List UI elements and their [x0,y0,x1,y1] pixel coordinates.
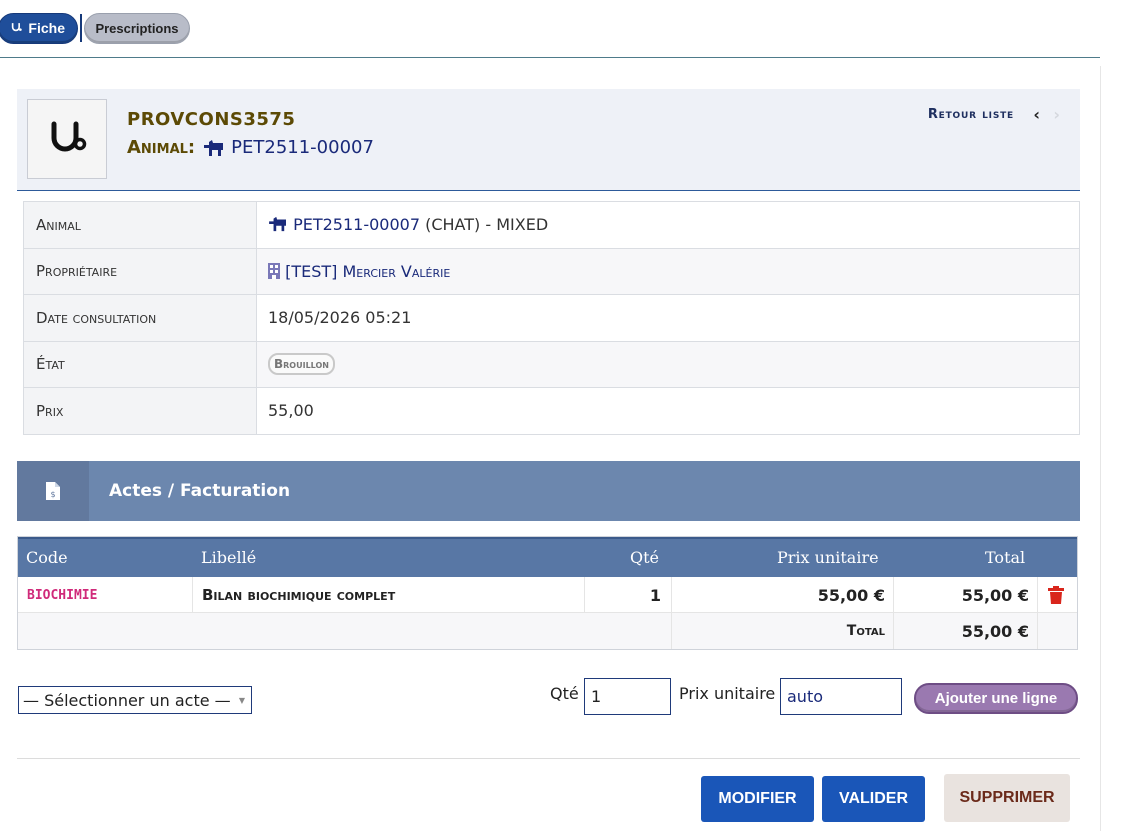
total-value-text: 55,00 € [961,621,1029,641]
section-icon-cell: $ [17,461,89,521]
status-badge: Brouillon [268,353,335,376]
record-header: PROVCONS3575 Animal: PET2511-00007 Retou… [17,89,1080,191]
trash-icon [1048,586,1064,604]
tab-bar: Fiche Prescriptions [0,12,190,44]
column-header-libelle: Libellé [201,548,257,567]
section-header: $ Actes / Facturation [17,461,1080,521]
detail-label: Prix [23,387,257,435]
dog-icon [269,217,286,232]
detail-value: 18/05/2026 05:21 [256,294,1080,342]
delete-line-button[interactable] [1048,577,1064,613]
line-total: 55,00 € [893,577,1029,613]
total-label: Total [671,613,885,649]
detail-row-date: Date consultation 18/05/2026 05:21 [23,294,1080,342]
modifier-button[interactable]: MODIFIER [701,776,814,822]
detail-row-animal: Animal PET2511-00007 (CHAT) - MIXED [23,201,1080,249]
qte-input-value: 1 [591,687,602,706]
record-title: PROVCONS3575 [127,109,296,130]
column-header-qte: Qté [630,548,660,567]
stethoscope-icon [51,121,87,152]
animal-link[interactable]: PET2511-00007 [293,215,420,234]
prix-unitaire-input-value: auto [787,687,824,706]
valider-button[interactable]: VALIDER [822,776,925,822]
detail-row-proprietaire: Propriétaire [TEST] Mercier Valérie [23,247,1080,295]
invoice-icon: $ [46,482,60,500]
total-value: 55,00 € [893,613,1029,649]
detail-label: État [23,340,257,388]
total-label-text: Total [846,623,885,639]
detail-value: PET2511-00007 (CHAT) - MIXED [256,201,1080,249]
detail-label: Date consultation [23,294,257,342]
right-divider [1100,66,1101,831]
record-animal: Animal: PET2511-00007 [127,137,374,158]
detail-row-etat: État Brouillon [23,340,1080,388]
detail-label: Animal [23,201,257,249]
detail-value: Brouillon [256,340,1080,388]
building-icon [268,262,280,279]
add-line-button[interactable]: Ajouter une ligne [914,683,1078,714]
cell-divider [192,577,193,613]
next-record-icon[interactable]: › [1053,105,1060,124]
column-header-prix-unitaire: Prix unitaire [777,548,879,567]
prix-unitaire-label: Prix unitaire [679,684,776,703]
billing-lines-table: Code Libellé Qté Prix unitaire Total BIO… [17,536,1078,650]
table-total-row: Total 55,00 € [18,613,1077,649]
section-title: Actes / Facturation [109,481,291,501]
detail-value: [TEST] Mercier Valérie [256,247,1080,295]
line-pu: 55,00 € [671,577,885,613]
previous-record-icon[interactable]: ‹ [1033,105,1040,124]
svg-text:$: $ [50,490,55,499]
tab-divider [80,14,82,42]
record-animal-value[interactable]: PET2511-00007 [231,137,374,158]
column-header-code: Code [26,548,68,567]
line-qte-text: 1 [649,585,661,605]
owner-link[interactable]: [TEST] Mercier Valérie [285,262,450,281]
column-header-total: Total [985,548,1026,567]
chevron-down-icon: ▼ [238,696,245,705]
line-code: BIOCHIMIE [27,577,97,613]
acte-select-value: — Sélectionner un acte — [23,690,231,710]
qte-input[interactable]: 1 [584,678,671,715]
detail-label: Propriétaire [23,247,257,295]
supprimer-button[interactable]: SUPPRIMER [944,774,1070,822]
qte-label: Qté [550,684,579,703]
dog-icon [204,139,224,156]
retour-liste-link[interactable]: Retour liste [928,107,1014,122]
tab-fiche[interactable]: Fiche [0,12,78,44]
line-total-text: 55,00 € [961,585,1029,605]
animal-details: (CHAT) - MIXED [425,215,549,235]
record-details-table: Animal PET2511-00007 (CHAT) - MIXED Prop… [23,201,1080,435]
bottom-divider [17,758,1080,759]
table-row: BIOCHIMIE Bilan biochimique complet 1 55… [18,577,1077,613]
tab-fiche-label: Fiche [28,20,65,36]
line-libelle: Bilan biochimique complet [202,577,395,613]
detail-value: 55,00 [256,387,1080,435]
line-qte: 1 [584,577,661,613]
cell-divider [1037,577,1038,613]
prix-unitaire-input[interactable]: auto [780,678,902,715]
table-header: Code Libellé Qté Prix unitaire Total [18,537,1077,577]
stethoscope-icon [11,23,22,32]
acte-select[interactable]: — Sélectionner un acte — ▼ [18,686,252,714]
line-code-text: BIOCHIMIE [27,587,98,603]
tab-prescriptions-label: Prescriptions [95,20,179,36]
line-libelle-text: Bilan biochimique complet [202,586,396,604]
line-pu-text: 55,00 € [817,585,885,605]
record-icon-box [27,99,107,179]
top-divider [0,57,1100,58]
cell-divider [1037,613,1038,649]
tab-prescriptions[interactable]: Prescriptions [84,12,190,44]
detail-row-prix: Prix 55,00 [23,387,1080,435]
record-animal-label: Animal: [127,137,196,158]
